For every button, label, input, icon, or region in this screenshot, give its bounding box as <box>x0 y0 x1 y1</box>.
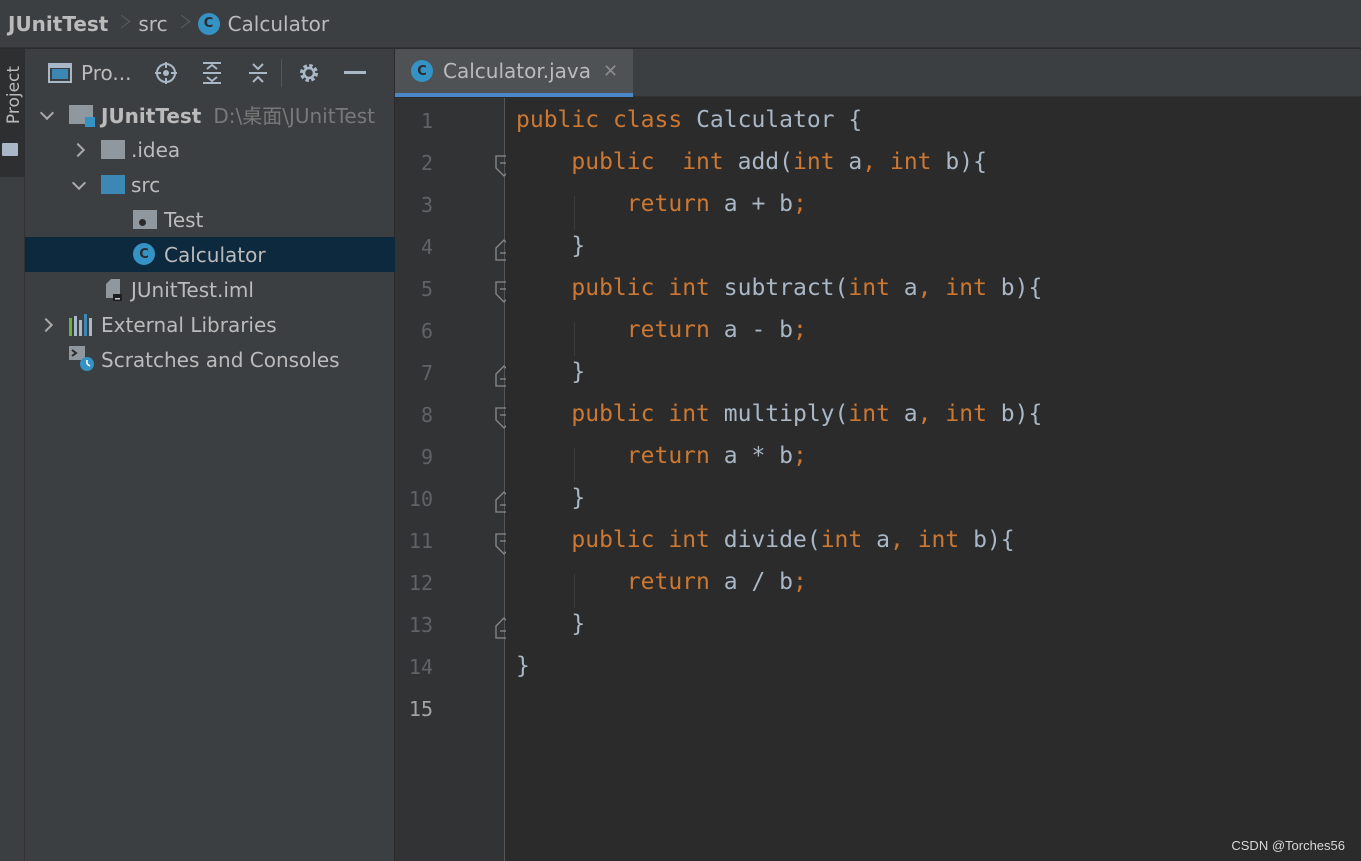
breadcrumb-project[interactable]: JUnitTest <box>8 12 108 36</box>
project-panel: Pro... JUnitTest D:\桌面\JUnitTest .idea s… <box>25 49 395 861</box>
code-line: public int add(int a, int b){ <box>571 149 987 175</box>
code-line: public class Calculator { <box>516 107 863 133</box>
chevron-right-icon[interactable] <box>69 140 89 160</box>
tree-item-label: JUnitTest.iml <box>131 277 254 302</box>
tree-item-iml[interactable]: JUnitTest.iml <box>25 272 395 307</box>
tool-window-stripe: Project <box>0 49 25 861</box>
tree-item-label: External Libraries <box>101 312 277 337</box>
line-number: 3 <box>420 193 433 217</box>
tab-label: Calculator.java <box>443 59 591 83</box>
editor-tabs: C Calculator.java ✕ <box>395 49 1361 97</box>
code-line: } <box>516 611 586 637</box>
tree-item-label: src <box>131 172 161 197</box>
code-line: } <box>516 233 586 259</box>
chevron-down-icon[interactable] <box>37 105 57 125</box>
class-icon: C <box>197 12 220 35</box>
code-line: public int multiply(int a, int b){ <box>571 401 1043 427</box>
breadcrumb-separator-icon <box>114 11 132 37</box>
project-view-icon[interactable] <box>47 60 73 86</box>
code-line: return a / b; <box>626 569 807 595</box>
class-icon: C <box>133 243 155 265</box>
expand-all-icon[interactable] <box>199 60 225 86</box>
minimize-icon[interactable] <box>342 60 368 86</box>
source-folder-icon <box>101 175 125 194</box>
line-number: 10 <box>408 487 433 511</box>
tree-item-calculator[interactable]: C Calculator <box>25 237 395 272</box>
editor-gutter: 1 2 3 4 5 6 7 8 9 10 11 12 13 14 15 <box>395 98 513 861</box>
code-line: } <box>516 359 586 385</box>
line-number: 7 <box>420 361 433 385</box>
tree-item-test[interactable]: Test <box>25 202 395 237</box>
package-dot-icon <box>139 219 146 226</box>
tree-item-external-libraries[interactable]: External Libraries <box>25 307 395 342</box>
line-number: 15 <box>408 697 433 721</box>
indent-guide <box>574 448 575 482</box>
line-number: 6 <box>420 319 433 343</box>
indent-guide <box>574 574 575 608</box>
code-line: public int divide(int a, int b){ <box>571 527 1015 553</box>
tree-item-junittest[interactable]: JUnitTest D:\桌面\JUnitTest <box>25 97 395 132</box>
tree-item-label: Calculator <box>164 242 266 267</box>
breadcrumb-calculator[interactable]: C Calculator <box>197 11 330 36</box>
watermark: CSDN @Torches56 <box>1231 838 1345 853</box>
line-number: 14 <box>408 655 433 679</box>
project-path-hint: D:\桌面\JUnitTest <box>213 104 375 128</box>
tree-item-label: Scratches and Consoles <box>101 347 340 372</box>
project-stripe-label: Project <box>4 65 24 125</box>
class-icon: C <box>411 60 433 82</box>
indent-guide <box>574 196 575 230</box>
breadcrumb-calculator-label: Calculator <box>227 11 330 36</box>
line-number: 8 <box>420 403 433 427</box>
tab-calculator-java[interactable]: C Calculator.java ✕ <box>395 49 633 97</box>
chevron-down-icon[interactable] <box>69 175 89 195</box>
scratches-icon <box>69 346 97 377</box>
breadcrumb-src[interactable]: src <box>138 12 167 36</box>
libraries-icon <box>69 314 95 341</box>
chevron-right-icon[interactable] <box>37 315 57 335</box>
line-number: 1 <box>420 109 433 133</box>
line-number: 13 <box>408 613 433 637</box>
breadcrumb-separator-icon <box>174 11 192 37</box>
module-badge-icon <box>85 117 95 127</box>
line-number: 9 <box>420 445 433 469</box>
line-number: 12 <box>408 571 433 595</box>
code-line: return a - b; <box>626 317 807 343</box>
line-number: 4 <box>420 235 433 259</box>
navigation-bar: JUnitTest src C Calculator <box>0 0 1361 48</box>
project-toolbar: Pro... <box>25 49 394 97</box>
folder-icon <box>101 140 125 159</box>
project-tool-window-button[interactable]: Project <box>0 49 25 177</box>
code-editor[interactable]: public class Calculator { public int add… <box>506 98 1361 861</box>
line-number: 11 <box>408 529 433 553</box>
gear-icon[interactable] <box>296 60 322 86</box>
iml-file-icon <box>105 278 122 301</box>
tree-item-idea[interactable]: .idea <box>25 132 395 167</box>
collapse-all-icon[interactable] <box>245 60 271 86</box>
tree-item-scratches[interactable]: Scratches and Consoles <box>25 342 395 377</box>
code-line: return a + b; <box>626 191 807 217</box>
line-number: 2 <box>420 151 433 175</box>
tree-item-label: Test <box>164 207 204 232</box>
tree-item-label: JUnitTest <box>101 104 202 128</box>
code-line: public int subtract(int a, int b){ <box>571 275 1043 301</box>
close-icon[interactable]: ✕ <box>603 61 618 82</box>
code-line: } <box>516 653 530 679</box>
toolbar-divider <box>281 59 283 87</box>
code-line: return a * b; <box>626 443 807 469</box>
tree-item-src[interactable]: src <box>25 167 395 202</box>
code-line: } <box>516 485 586 511</box>
select-opened-file-icon[interactable] <box>153 60 179 86</box>
line-number: 5 <box>420 277 433 301</box>
indent-guide <box>574 322 575 356</box>
folder-icon <box>2 143 18 156</box>
project-view-dropdown[interactable]: Pro... <box>81 61 131 85</box>
tree-item-label: .idea <box>131 137 181 162</box>
